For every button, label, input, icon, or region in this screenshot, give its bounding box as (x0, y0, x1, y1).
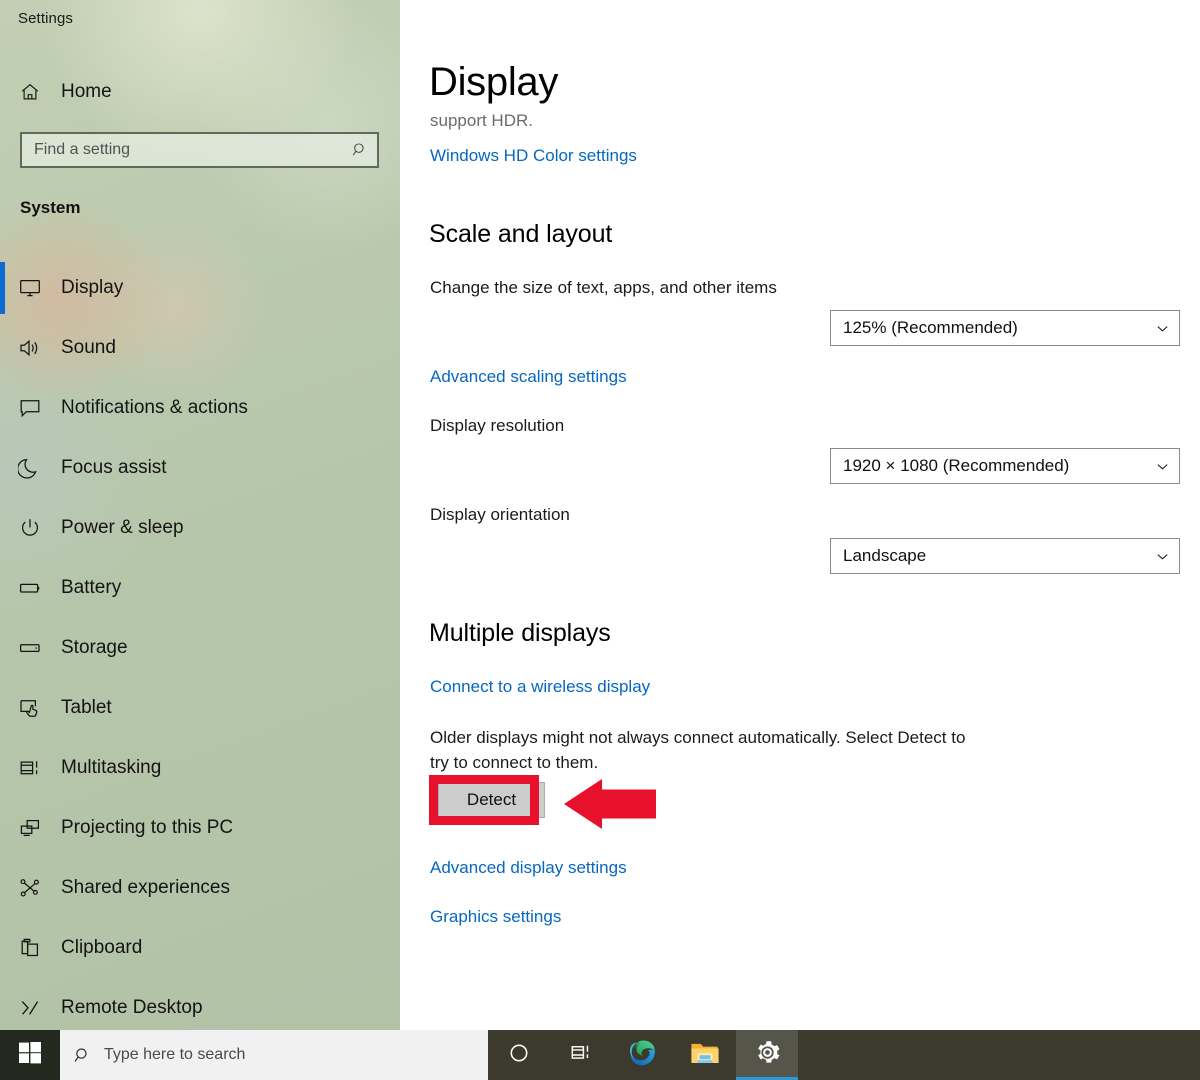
moon-icon (13, 456, 47, 480)
sidebar-item-battery[interactable]: Battery (0, 558, 400, 618)
sidebar-item-power-sleep[interactable]: Power & sleep (0, 498, 400, 558)
battery-icon (13, 576, 47, 600)
search-placeholder: Find a setting (34, 141, 343, 159)
sidebar-item-label: Focus assist (61, 457, 167, 479)
sidebar-item-display[interactable]: Display (0, 258, 400, 318)
task-view-icon (570, 1041, 593, 1069)
advanced-display-settings-link[interactable]: Advanced display settings (430, 858, 627, 878)
search-icon (60, 1046, 104, 1065)
taskbar: Type here to search (0, 1030, 1200, 1080)
sidebar-item-label: Notifications & actions (61, 397, 248, 419)
sidebar-item-label: Battery (61, 577, 121, 599)
sidebar-item-label: Projecting to this PC (61, 817, 233, 839)
sidebar-item-tablet[interactable]: Tablet (0, 678, 400, 738)
scale-dropdown-value: 125% (Recommended) (843, 318, 1145, 338)
detect-button[interactable]: Detect (438, 782, 545, 818)
sidebar-item-label: Clipboard (61, 937, 142, 959)
multitasking-icon (13, 756, 47, 780)
edge-icon (628, 1038, 658, 1073)
storage-icon (13, 636, 47, 660)
taskbar-search-input[interactable]: Type here to search (60, 1030, 488, 1080)
tablet-icon (13, 696, 47, 720)
window-title: Settings (18, 10, 73, 27)
start-button[interactable] (0, 1030, 60, 1080)
settings-gear-icon (754, 1039, 781, 1071)
sidebar-item-label: Sound (61, 337, 116, 359)
chevron-down-icon (1145, 459, 1179, 474)
display-resolution-label: Display resolution (430, 416, 564, 436)
sidebar-item-label: Multitasking (61, 757, 161, 779)
sidebar-item-label: Power & sleep (61, 517, 184, 539)
advanced-scaling-settings-link[interactable]: Advanced scaling settings (430, 367, 627, 387)
display-settings-pane: Display support HDR. Windows HD Color se… (400, 0, 1200, 1030)
taskbar-search-placeholder: Type here to search (104, 1046, 245, 1064)
share-nodes-icon (13, 876, 47, 900)
connect-wireless-display-link[interactable]: Connect to a wireless display (430, 677, 650, 697)
scale-dropdown[interactable]: 125% (Recommended) (830, 310, 1180, 346)
home-icon (13, 81, 47, 103)
projecting-icon (13, 816, 47, 840)
search-icon (343, 141, 377, 159)
cortana-button[interactable] (488, 1030, 550, 1080)
sidebar-item-label: Shared experiences (61, 877, 230, 899)
sidebar-item-remote-desktop[interactable]: Remote Desktop (0, 978, 400, 1030)
settings-window: Settings Home Find a setting System (0, 0, 1200, 1080)
sidebar-item-notifications-actions[interactable]: Notifications & actions (0, 378, 400, 438)
sidebar-item-label: Display (61, 277, 123, 299)
monitor-icon (13, 276, 47, 300)
scale-and-layout-heading: Scale and layout (429, 220, 612, 249)
sidebar-item-focus-assist[interactable]: Focus assist (0, 438, 400, 498)
search-input[interactable]: Find a setting (20, 132, 379, 168)
cortana-circle-icon (508, 1042, 530, 1069)
sidebar-item-home[interactable]: Home (13, 74, 112, 110)
sidebar-item-projecting-to-this-pc[interactable]: Projecting to this PC (0, 798, 400, 858)
remote-desktop-icon (13, 996, 47, 1020)
windows-hd-color-settings-link[interactable]: Windows HD Color settings (430, 146, 637, 166)
graphics-settings-link[interactable]: Graphics settings (430, 907, 561, 927)
display-orientation-label: Display orientation (430, 505, 570, 525)
scale-label: Change the size of text, apps, and other… (430, 278, 777, 298)
windows-logo-icon (19, 1042, 41, 1069)
display-orientation-value: Landscape (843, 546, 1145, 566)
sidebar-item-multitasking[interactable]: Multitasking (0, 738, 400, 798)
file-explorer-taskbar-button[interactable] (674, 1030, 736, 1080)
sidebar-item-label: Tablet (61, 697, 112, 719)
chevron-down-icon (1145, 549, 1179, 564)
sidebar-item-sound[interactable]: Sound (0, 318, 400, 378)
chevron-down-icon (1145, 321, 1179, 336)
power-icon (13, 516, 47, 540)
page-title: Display (429, 62, 558, 102)
notification-icon (13, 396, 47, 420)
settings-sidebar: Settings Home Find a setting System (0, 0, 400, 1030)
sidebar-item-label: Storage (61, 637, 128, 659)
speaker-icon (13, 336, 47, 360)
sidebar-item-clipboard[interactable]: Clipboard (0, 918, 400, 978)
multiple-displays-description: Older displays might not always connect … (430, 726, 986, 775)
display-orientation-dropdown[interactable]: Landscape (830, 538, 1180, 574)
sidebar-home-label: Home (61, 81, 112, 103)
multiple-displays-heading: Multiple displays (429, 619, 611, 648)
sidebar-nav-list: Display Sound Notifica (0, 258, 400, 1030)
clipboard-icon (13, 936, 47, 960)
display-resolution-dropdown[interactable]: 1920 × 1080 (Recommended) (830, 448, 1180, 484)
hdr-support-text: support HDR. (430, 111, 533, 131)
sidebar-item-storage[interactable]: Storage (0, 618, 400, 678)
task-view-button[interactable] (550, 1030, 612, 1080)
display-resolution-value: 1920 × 1080 (Recommended) (843, 456, 1145, 476)
sidebar-item-label: Remote Desktop (61, 997, 203, 1019)
settings-taskbar-button[interactable] (736, 1030, 798, 1080)
edge-taskbar-button[interactable] (612, 1030, 674, 1080)
sidebar-item-shared-experiences[interactable]: Shared experiences (0, 858, 400, 918)
file-explorer-icon (690, 1039, 720, 1072)
sidebar-group-title: System (20, 198, 80, 218)
